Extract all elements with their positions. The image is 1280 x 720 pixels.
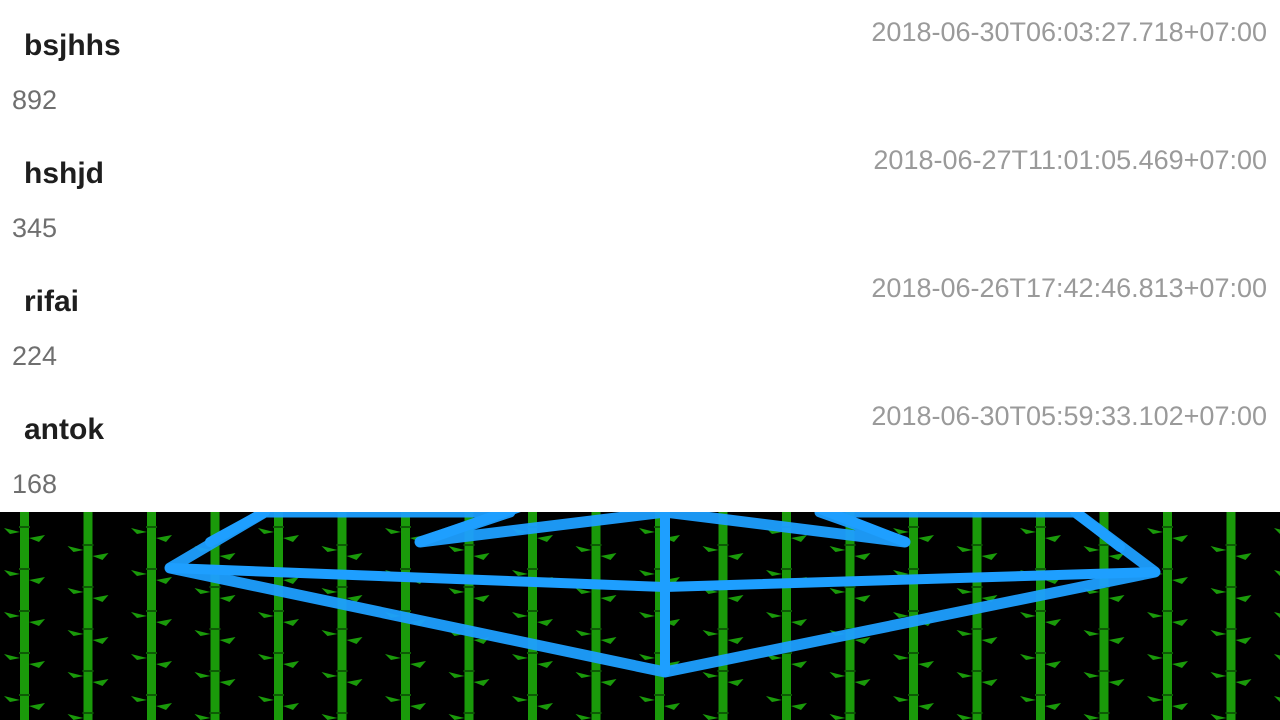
list-item[interactable]: rifai 224 2018-06-26T17:42:46.813+07:00: [0, 256, 1280, 384]
list-item[interactable]: hshjd 345 2018-06-27T11:01:05.469+07:00: [0, 128, 1280, 256]
bamboo-stalk: [67, 512, 109, 720]
entry-timestamp: 2018-06-30T05:59:33.102+07:00: [871, 401, 1267, 431]
bamboo-stalk: [4, 512, 45, 720]
player-score: 892: [12, 85, 58, 115]
player-score: 224: [12, 341, 58, 371]
bamboo-stalk: [321, 512, 363, 720]
player-name: rifai: [24, 285, 80, 318]
bamboo-stalk: [766, 512, 807, 720]
bamboo-stalk: [575, 512, 617, 720]
bamboo-stalk: [702, 512, 744, 720]
player-name: hshjd: [24, 157, 104, 190]
bamboo-stalk: [1147, 512, 1188, 720]
wireframe-platform: [164, 512, 1161, 678]
player-name: antok: [24, 413, 105, 446]
entry-timestamp: 2018-06-30T06:03:27.718+07:00: [871, 17, 1267, 47]
bamboo-forest-illustration: [4, 512, 1280, 720]
list-item[interactable]: antok 168 2018-06-30T05:59:33.102+07:00: [0, 384, 1280, 512]
leaderboard-list: bsjhhs 892 2018-06-30T06:03:27.718+07:00…: [0, 0, 1280, 512]
player-score: 168: [12, 469, 58, 499]
bamboo-stalk: [1274, 528, 1280, 702]
player-score: 345: [12, 213, 58, 243]
bamboo-stalks: [4, 512, 1280, 720]
entry-timestamp: 2018-06-27T11:01:05.469+07:00: [873, 145, 1267, 175]
player-name: bsjhhs: [24, 29, 121, 62]
game-background-scene: [0, 512, 1280, 720]
bamboo-stalk: [1020, 512, 1061, 720]
bamboo-stalk: [1210, 512, 1252, 720]
list-item[interactable]: bsjhhs 892 2018-06-30T06:03:27.718+07:00: [0, 0, 1280, 128]
bamboo-stalk: [258, 512, 299, 720]
bamboo-stalk: [512, 512, 553, 720]
bamboo-stalk: [131, 512, 172, 720]
bamboo-stalk: [639, 512, 680, 720]
entry-timestamp: 2018-06-26T17:42:46.813+07:00: [871, 273, 1267, 303]
bamboo-stalk: [829, 512, 871, 720]
